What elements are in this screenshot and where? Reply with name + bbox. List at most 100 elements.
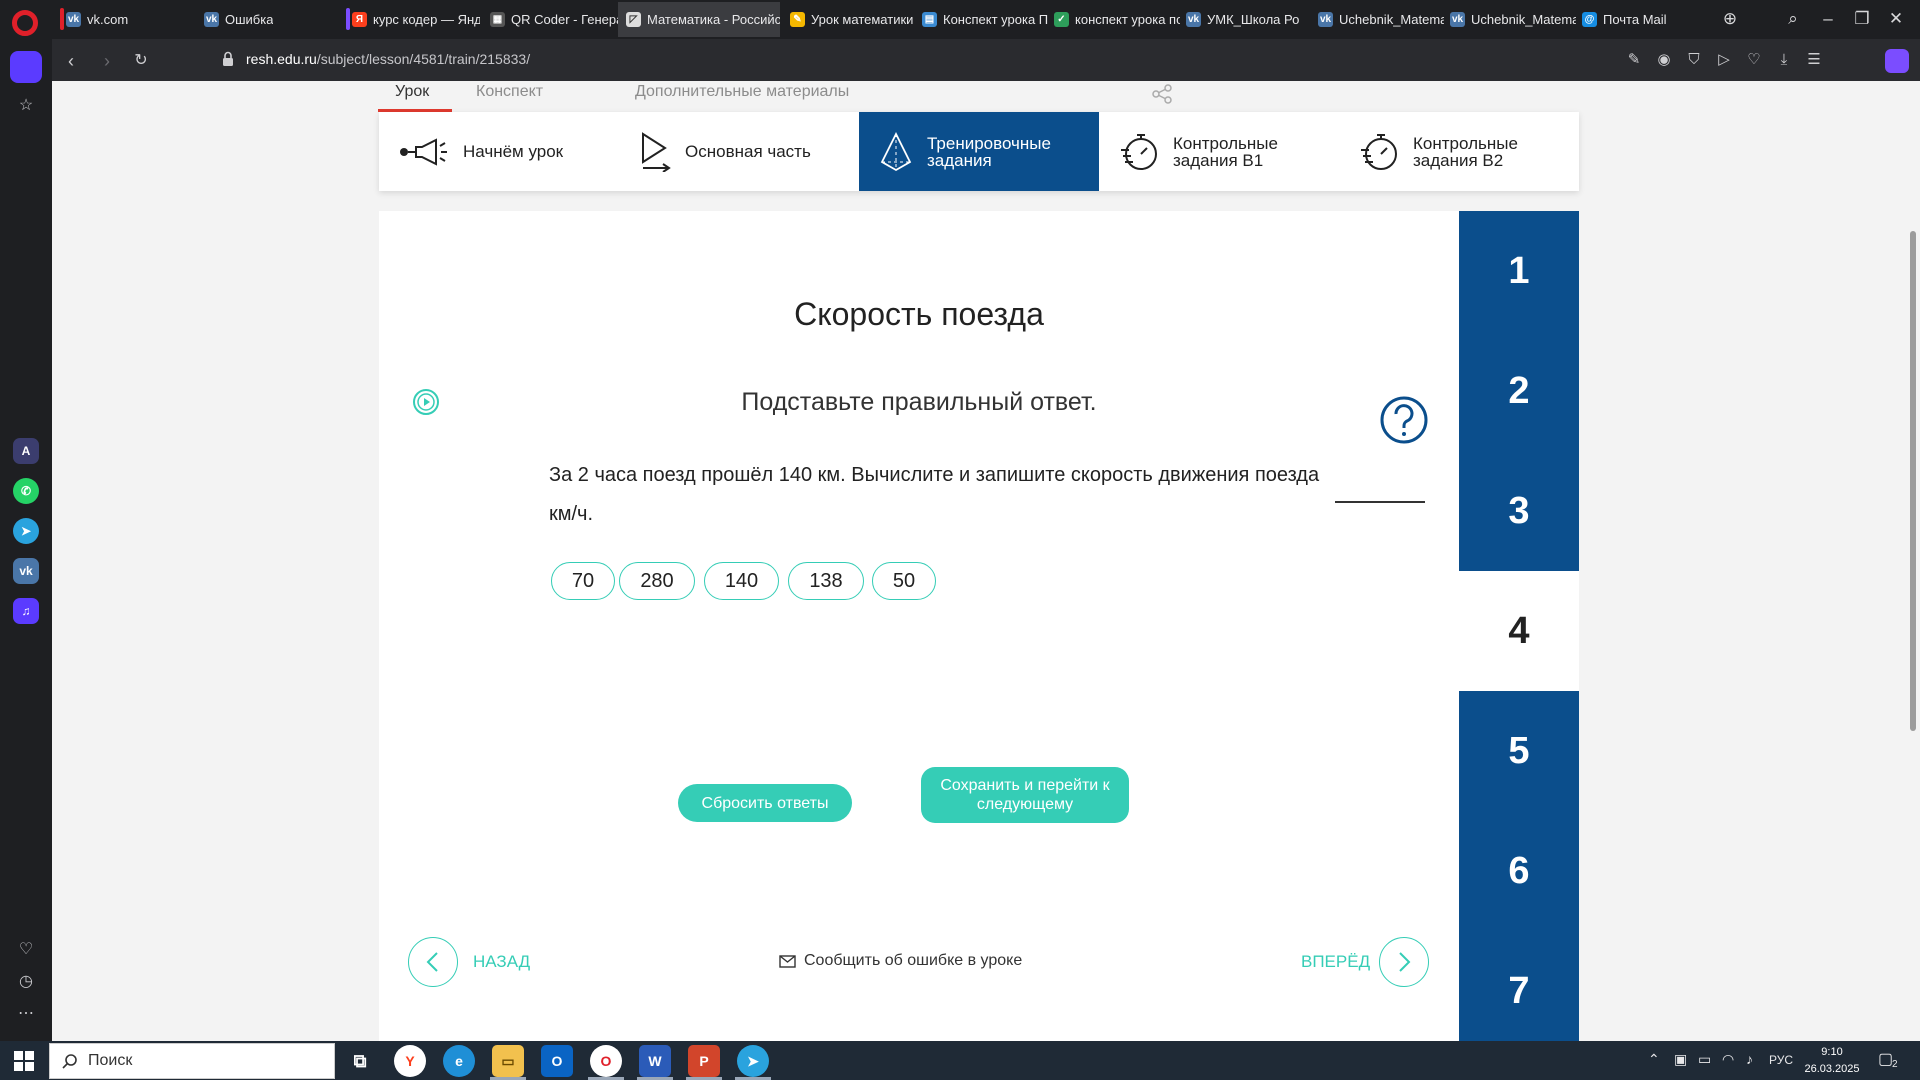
minimize-icon[interactable]: – [1817,8,1839,30]
meet-icon[interactable]: ▣ [1674,1051,1687,1068]
shield-icon[interactable]: ⛉ [1683,49,1705,71]
file-explorer-icon[interactable]: ▭ [492,1045,524,1077]
opera-taskbar-icon[interactable]: O [590,1045,622,1077]
answer-option[interactable]: 50 [872,562,936,600]
outlook-icon[interactable]: O [541,1045,573,1077]
task-number[interactable]: 5 [1459,691,1579,811]
tab-mail[interactable]: @ Почта Mail [1574,2,1708,37]
search-tabs-icon[interactable]: ⌕ [1782,8,1804,30]
tab-konspekt-po[interactable]: ✓ конспект урока по [1046,2,1180,37]
windows-taskbar: Поиск ⧉ Y e ▭ O O W P ➤ ⌃ ▣ ▭ ◠ ♪ РУС 9:… [0,1041,1920,1080]
whatsapp-icon[interactable]: ✆ [13,478,39,504]
tab-yandex[interactable]: Якурс кодер — Яндекс [344,2,480,37]
step-start-lesson[interactable]: Начнём урок [379,112,619,191]
play-triangle-icon [642,131,671,172]
task-number[interactable]: 1 [1459,211,1579,331]
history-icon[interactable]: ◷ [13,969,39,995]
edge-icon[interactable]: e [443,1045,475,1077]
forward-button[interactable] [1379,937,1429,987]
battery-icon[interactable]: ▭ [1698,1051,1711,1068]
back-button[interactable] [408,937,458,987]
forward-label[interactable]: ВПЕРЁД [1301,952,1370,972]
telegram-icon[interactable]: ➤ [13,518,39,544]
tab-uchebnik-2[interactable]: vk Uchebnik_Matemat [1442,2,1576,37]
step-control-b2[interactable]: Контрольные задания В2 [1339,112,1579,191]
pinboard-icon[interactable]: ☆ [13,93,39,119]
favorites-icon[interactable]: ♡ [13,937,39,963]
help-question-icon[interactable] [1379,395,1429,445]
step-main-part[interactable]: Основная часть [619,112,859,191]
tab-umk[interactable]: vk УМК_Школа Ро [1178,2,1312,37]
aria-icon[interactable]: A [13,438,39,464]
tray-expand-icon[interactable]: ⌃ [1648,1051,1660,1068]
taskbar-clock[interactable]: 9:10 26.03.2025 [1800,1044,1864,1078]
volume-icon[interactable]: ♪ [1746,1051,1753,1067]
share-icon[interactable] [1151,83,1173,105]
subnav-extra-materials[interactable]: Дополнительные материалы [635,83,849,101]
close-icon[interactable]: ✕ [1885,8,1907,30]
word-icon[interactable]: W [639,1045,671,1077]
vk-sidebar-icon[interactable]: vk [13,558,39,584]
powerpoint-icon[interactable]: P [688,1045,720,1077]
tab-math-lesson[interactable]: ✎ Урок математики в [782,2,916,37]
answer-option[interactable]: 280 [619,562,695,600]
subnav-lesson[interactable]: Урок [395,83,429,101]
task-title: Скорость поезда [794,296,1044,332]
answer-option[interactable]: 138 [788,562,864,600]
search-icon [62,1054,77,1069]
windows-start-icon[interactable] [14,1051,34,1071]
url-field[interactable]: resh.edu.ru/subject/lesson/4581/train/21… [246,51,530,67]
taskbar-search[interactable]: Поиск [49,1043,335,1079]
subnav-konspekt[interactable]: Конспект [476,83,543,101]
send-icon[interactable]: ▷ [1713,49,1735,71]
page-scrollbar[interactable] [1910,231,1916,731]
task-number[interactable]: 6 [1459,811,1579,931]
pyramid-icon [880,131,912,171]
report-error-link[interactable]: Сообщить об ошибке в уроке [779,952,1022,970]
answer-option[interactable]: 140 [704,562,779,600]
task-view-icon[interactable]: ⧉ [344,1045,376,1077]
opera-logo[interactable] [12,10,38,36]
answer-option[interactable]: 70 [551,562,615,600]
answer-drop-slot[interactable] [1335,501,1425,503]
task-number[interactable]: 3 [1459,451,1579,571]
camera-icon[interactable]: ◉ [1653,49,1675,71]
tab-uchebnik-1[interactable]: vk Uchebnik_Matemat [1310,2,1444,37]
task-number[interactable]: 7 [1459,931,1579,1041]
language-indicator[interactable]: РУС [1769,1053,1793,1067]
home-icon[interactable] [10,51,42,83]
save-next-button[interactable]: Сохранить и перейти к следующему [921,767,1129,823]
profile-avatar[interactable] [1885,49,1909,73]
reload-icon[interactable]: ↻ [130,50,152,72]
edit-icon[interactable]: ✎ [1623,49,1645,71]
back-icon[interactable]: ‹ [60,50,82,72]
forward-icon[interactable]: › [96,50,118,72]
task-number-current[interactable]: 4 [1459,571,1579,691]
wifi-icon[interactable]: ◠ [1722,1051,1734,1068]
music-icon[interactable]: ♫ [13,598,39,624]
task-number[interactable]: 2 [1459,331,1579,451]
tab-math-active[interactable]: ◸Математика - Российская [618,2,780,37]
new-tab-icon[interactable]: ⊕ [1719,8,1741,30]
step-control-b1[interactable]: Контрольные задания В1 [1099,112,1339,191]
yandex-browser-icon[interactable]: Y [394,1045,426,1077]
step-training[interactable]: Тренировочные задания [859,112,1099,191]
task-question: За 2 часа поезд прошёл 140 км. Вычислите… [549,464,1320,525]
heart-icon[interactable]: ♡ [1743,49,1765,71]
vk-icon: vk [1186,12,1201,27]
vk-icon: vk [204,12,219,27]
menu-icon[interactable]: ☰ [1803,49,1825,71]
restore-icon[interactable]: ❐ [1851,8,1873,30]
more-icon[interactable]: ⋯ [13,1001,39,1027]
resh-icon: ◸ [626,12,641,27]
page-viewport: Урок Конспект Дополнительные материалы Н… [52,81,1920,1041]
tab-vk[interactable]: vk vk.com [58,2,194,37]
notifications-icon[interactable]: ▢ [1878,1049,1893,1069]
back-label[interactable]: НАЗАД [473,952,530,972]
tab-error[interactable]: vk Ошибка [196,2,332,37]
telegram-taskbar-icon[interactable]: ➤ [737,1045,769,1077]
download-icon[interactable]: ⤓ [1773,49,1795,71]
tab-konspekt[interactable]: ▤ Конспект урока Пр [914,2,1048,37]
reset-answers-button[interactable]: Сбросить ответы [678,784,852,822]
tab-qr-coder[interactable]: ▦QR Coder - Генерато [482,2,618,37]
